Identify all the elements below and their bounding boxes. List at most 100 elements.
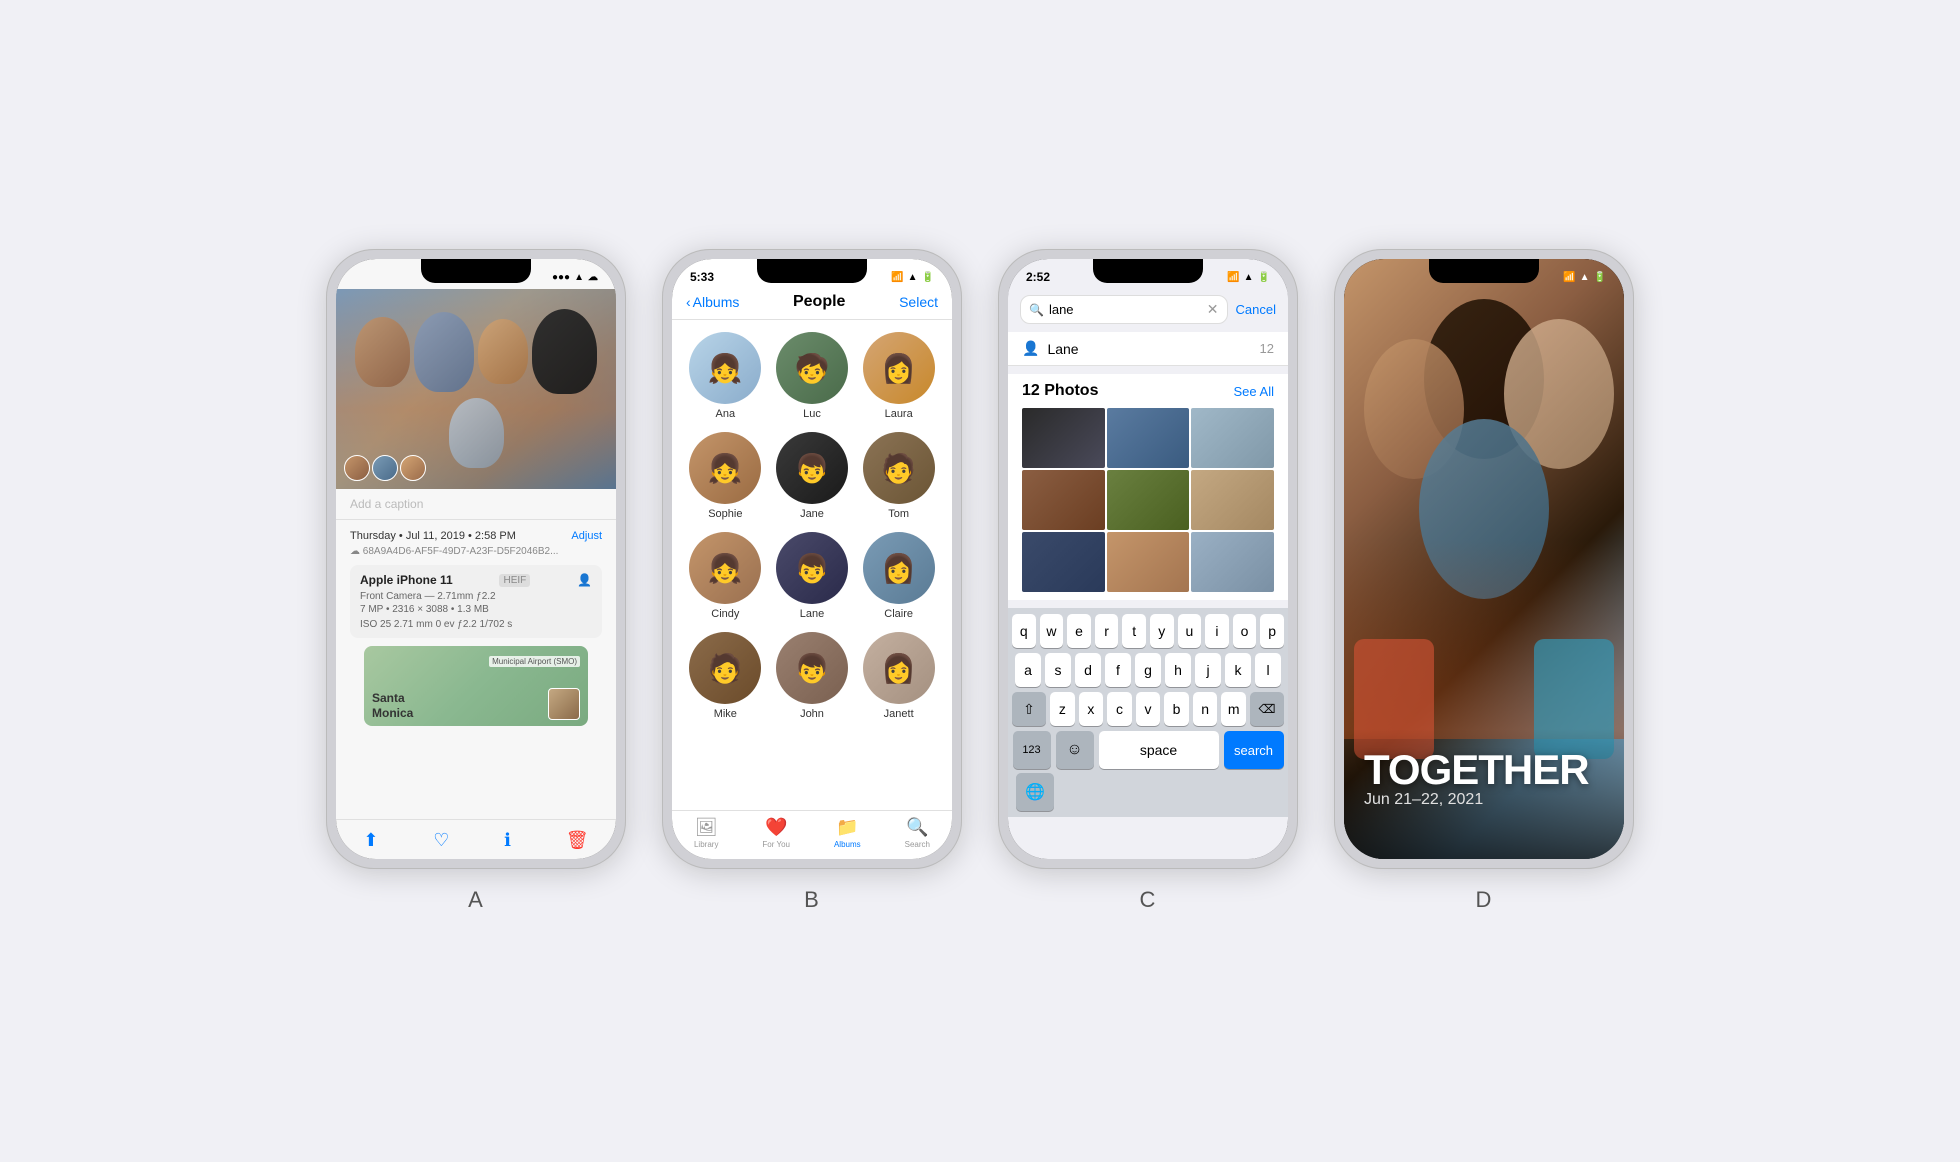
person-ana[interactable]: 👧 Ana [688,332,763,420]
key-h[interactable]: h [1165,653,1191,687]
phone-label-b: B [804,887,820,913]
key-delete[interactable]: ⌫ [1250,692,1284,726]
key-o[interactable]: o [1233,614,1257,648]
key-z[interactable]: z [1050,692,1075,726]
library-icon: 🖼 [695,817,718,838]
tab-search[interactable]: 🔍 Search [905,817,930,849]
map-preview[interactable]: SantaMonica Municipal Airport (SMO) [364,646,588,726]
key-globe[interactable]: 🌐 [1016,773,1054,811]
key-m[interactable]: m [1221,692,1246,726]
photo-thumb-4[interactable] [1022,470,1105,530]
key-t[interactable]: t [1122,614,1146,648]
person-john[interactable]: 👦 John [775,632,850,720]
see-all-btn[interactable]: See All [1234,384,1274,399]
share-icon[interactable]: ⬆ [363,830,378,851]
key-q[interactable]: q [1012,614,1036,648]
status-icons-a: ●●● ▲ ☁ [552,272,598,283]
main-photo-a[interactable] [336,289,616,489]
key-i[interactable]: i [1205,614,1229,648]
key-n[interactable]: n [1193,692,1218,726]
avatar-claire: 👩 [863,532,935,604]
key-space[interactable]: space [1099,731,1219,769]
adjust-btn[interactable]: Adjust [571,530,602,542]
key-r[interactable]: r [1095,614,1119,648]
photo-thumb-5[interactable] [1107,470,1190,530]
person-sophie[interactable]: 👧 Sophie [688,432,763,520]
photo-thumb-6[interactable] [1191,470,1274,530]
key-y[interactable]: y [1150,614,1174,648]
key-l[interactable]: l [1255,653,1281,687]
phone-d: TOGETHER Jun 21–22, 2021 📶 ▲ 🔋 [1334,249,1634,869]
status-icons-b: 📶 ▲ 🔋 [891,272,934,283]
search-suggestion[interactable]: 👤 Lane 12 [1008,332,1288,366]
phone-a-col: ●●● ▲ ☁ [326,249,626,913]
person-name-ana: Ana [716,408,736,420]
phone-b-col: 5:33 📶 ▲ 🔋 ‹ Albums [662,249,962,913]
avatar-tom: 🧑 [863,432,935,504]
avatar-john: 👦 [776,632,848,704]
nav-select-btn[interactable]: Select [899,294,938,310]
search-input-box[interactable]: 🔍 lane ✕ [1020,295,1228,324]
photo-thumb-8[interactable] [1107,532,1190,592]
person-laura[interactable]: 👩 Laura [861,332,936,420]
foryou-icon: ❤️ [765,817,787,838]
key-e[interactable]: e [1067,614,1091,648]
photo-thumb-1[interactable] [1022,408,1105,468]
key-123[interactable]: 123 [1013,731,1051,769]
key-j[interactable]: j [1195,653,1221,687]
photo-thumb-7[interactable] [1022,532,1105,592]
avatar-cindy: 👧 [689,532,761,604]
key-w[interactable]: w [1040,614,1064,648]
person-claire[interactable]: 👩 Claire [861,532,936,620]
person-jane[interactable]: 👦 Jane [775,432,850,520]
key-k[interactable]: k [1225,653,1251,687]
tab-library[interactable]: 🖼 Library [694,817,718,849]
screen-c: 2:52 📶 ▲ 🔋 🔍 lane ✕ [1008,259,1288,859]
key-s[interactable]: s [1045,653,1071,687]
key-f[interactable]: f [1105,653,1131,687]
key-g[interactable]: g [1135,653,1161,687]
tab-library-label: Library [694,840,718,849]
people-grid: 👧 Ana 🧒 Luc [672,320,952,732]
key-x[interactable]: x [1079,692,1104,726]
avatar-lane: 👦 [776,532,848,604]
person-name-lane: Lane [800,608,824,620]
key-a[interactable]: a [1015,653,1041,687]
person-cindy[interactable]: 👧 Cindy [688,532,763,620]
search-cancel-btn[interactable]: Cancel [1236,302,1276,317]
key-p[interactable]: p [1260,614,1284,648]
search-clear-btn[interactable]: ✕ [1207,301,1219,318]
key-d[interactable]: d [1075,653,1101,687]
together-title: TOGETHER [1364,749,1604,791]
search-value: lane [1049,302,1202,317]
nav-back-btn[interactable]: ‹ Albums [686,294,739,310]
photo-thumb-3[interactable] [1191,408,1274,468]
tab-albums[interactable]: 📁 Albums [834,817,861,849]
bottom-toolbar-a: ⬆ ♡ ℹ 🗑 [336,819,616,859]
keyboard-row-4: 123 ☺ space search [1012,731,1284,769]
photo-thumb-2[interactable] [1107,408,1190,468]
person-luc[interactable]: 🧒 Luc [775,332,850,420]
person-janett[interactable]: 👩 Janett [861,632,936,720]
key-v[interactable]: v [1136,692,1161,726]
heart-icon[interactable]: ♡ [433,830,449,851]
person-mike[interactable]: 🧑 Mike [688,632,763,720]
nav-bar-b: ‹ Albums People Select [672,289,952,320]
tab-foryou[interactable]: ❤️ For You [762,817,790,849]
key-shift[interactable]: ⇧ [1012,692,1046,726]
key-emoji[interactable]: ☺ [1056,731,1094,769]
person-lane[interactable]: 👦 Lane [775,532,850,620]
delete-icon[interactable]: 🗑 [566,830,589,851]
key-search-btn[interactable]: search [1224,731,1284,769]
info-icon[interactable]: ℹ [504,830,511,851]
keyboard-row-5: 🌐 [1012,769,1284,811]
phone-c: 2:52 📶 ▲ 🔋 🔍 lane ✕ [998,249,1298,869]
key-u[interactable]: u [1178,614,1202,648]
key-c[interactable]: c [1107,692,1132,726]
map-location: SantaMonica [372,691,413,720]
photo-thumb-9[interactable] [1191,532,1274,592]
key-b[interactable]: b [1164,692,1189,726]
caption-bar[interactable]: Add a caption [336,489,616,520]
person-tom[interactable]: 🧑 Tom [861,432,936,520]
screen-b: 5:33 📶 ▲ 🔋 ‹ Albums [672,259,952,859]
